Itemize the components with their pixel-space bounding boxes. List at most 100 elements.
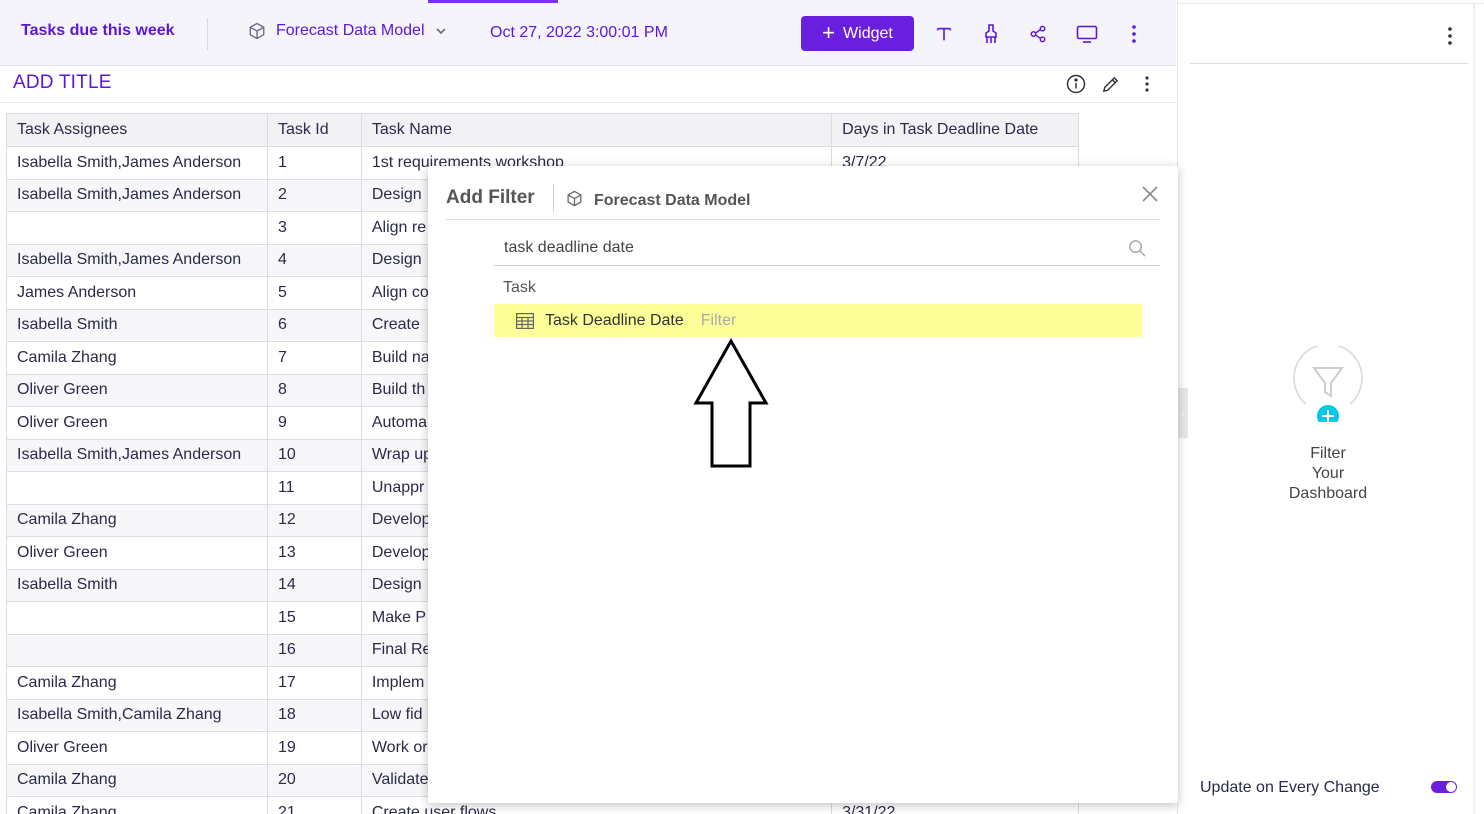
table-cell: Oliver Green: [6, 373, 268, 407]
dialog-data-model: Forecast Data Model: [566, 190, 750, 212]
filter-result-task-deadline-date[interactable]: Task Deadline Date Filter: [494, 304, 1142, 337]
table-column-icon: [516, 312, 534, 329]
top-toolbar: Tasks due this week Forecast Data Model …: [0, 0, 1176, 66]
table-cell: 17: [266, 666, 362, 700]
result-field-name: Task Deadline Date: [545, 311, 684, 329]
table-cell: 14: [266, 568, 362, 602]
table-cell: 8: [266, 373, 362, 407]
cube-icon: [248, 22, 266, 40]
table-cell: 7: [266, 341, 362, 375]
table-cell: Camila Zhang: [6, 503, 268, 537]
update-on-change-label: Update on Every Change: [1200, 779, 1380, 796]
panel-more-icon[interactable]: [1440, 24, 1460, 48]
pencil-icon[interactable]: [1099, 73, 1121, 95]
table-cell: Isabella Smith,James Anderson: [6, 178, 268, 212]
widget-header: ADD TITLE: [0, 66, 1176, 103]
info-icon[interactable]: [1065, 73, 1087, 95]
chevron-down-icon: [435, 25, 447, 37]
filter-panel: Filter Your Dashboard Update on Every Ch…: [1177, 0, 1484, 814]
table-cell: 20: [266, 763, 362, 797]
table-cell: 1: [266, 146, 362, 180]
table-cell: 9: [266, 406, 362, 440]
widget-more-icon[interactable]: [1136, 73, 1158, 95]
table-cell: 5: [266, 276, 362, 310]
table-cell: Camila Zhang: [6, 666, 268, 700]
dialog-title-divider: [553, 184, 554, 212]
plus-icon: +: [822, 19, 836, 45]
table-cell: [6, 633, 268, 667]
widget-title[interactable]: ADD TITLE: [13, 72, 112, 94]
table-cell: 21: [266, 796, 362, 814]
add-filter-icon[interactable]: [1292, 343, 1364, 427]
up-arrow-icon: [693, 338, 769, 468]
table-cell: Isabella Smith: [6, 308, 268, 342]
table-cell: 13: [266, 536, 362, 570]
result-group-label: Task: [503, 279, 536, 296]
add-widget-button[interactable]: + Widget: [801, 16, 914, 51]
table-cell: Isabella Smith,James Anderson: [6, 243, 268, 277]
table-cell: James Anderson: [6, 276, 268, 310]
table-cell: 3: [266, 211, 362, 245]
field-search: [494, 230, 1160, 266]
toggle-knob: [1446, 782, 1456, 792]
column-header[interactable]: Task Assignees: [6, 113, 268, 147]
table-cell: Oliver Green: [6, 536, 268, 570]
table-cell: Oliver Green: [6, 406, 268, 440]
data-model-name: Forecast Data Model: [276, 22, 425, 39]
filter-text-line: Your: [1311, 465, 1345, 482]
panel-top-border: [1178, 3, 1484, 4]
table-cell: 2: [266, 178, 362, 212]
cube-icon: [566, 190, 583, 212]
column-header[interactable]: Task Id: [266, 113, 362, 147]
more-options-icon[interactable]: [1122, 22, 1146, 46]
app-root: Tasks due this week Forecast Data Model …: [0, 0, 1484, 814]
table-cell: Oliver Green: [6, 731, 268, 765]
toolbar-divider: [207, 18, 208, 50]
active-tab-indicator: [428, 0, 558, 3]
table-header-row: Task Assignees Task Id Task Name Days in…: [6, 113, 1079, 147]
table-cell: Camila Zhang: [6, 341, 268, 375]
panel-collapse-handle[interactable]: ›: [1177, 388, 1188, 438]
table-cell: 10: [266, 438, 362, 472]
table-cell: Isabella Smith: [6, 568, 268, 602]
result-type-tag: Filter: [700, 311, 737, 329]
table-cell: 18: [266, 698, 362, 732]
table-cell: 6: [266, 308, 362, 342]
monitor-icon[interactable]: [1075, 22, 1099, 46]
dashboard-title[interactable]: Tasks due this week: [21, 22, 175, 40]
data-model-selector[interactable]: Forecast Data Model: [248, 22, 447, 40]
table-cell: Isabella Smith,James Anderson: [6, 438, 268, 472]
add-widget-label: Widget: [843, 24, 893, 42]
table-cell: 19: [266, 731, 362, 765]
table-cell: [6, 471, 268, 505]
panel-scrollbar[interactable]: [1473, 4, 1475, 814]
column-header[interactable]: Days in Task Deadline Date: [831, 113, 1079, 147]
dialog-title: Add Filter: [446, 187, 535, 208]
panel-separator: [1190, 63, 1468, 64]
table-cell: 12: [266, 503, 362, 537]
table-cell: 4: [266, 243, 362, 277]
refresh-timestamp: Oct 27, 2022 3:00:01 PM: [490, 24, 668, 41]
table-cell: 15: [266, 601, 362, 635]
table-cell: Camila Zhang: [6, 796, 268, 814]
dialog-header-separator: [446, 219, 1160, 220]
filter-dashboard-text: Filter Your Dashboard: [1258, 444, 1398, 504]
table-cell: Isabella Smith,Camila Zhang: [6, 698, 268, 732]
table-cell: 11: [266, 471, 362, 505]
filter-text-line: Dashboard: [1288, 485, 1368, 502]
add-filter-dialog: Add Filter Forecast Data Model Task: [428, 166, 1178, 803]
table-cell: Camila Zhang: [6, 763, 268, 797]
update-on-change-toggle[interactable]: [1431, 781, 1457, 793]
table-cell: [6, 601, 268, 635]
paintbrush-icon[interactable]: [979, 22, 1003, 46]
table-cell: Isabella Smith,James Anderson: [6, 146, 268, 180]
column-header[interactable]: Task Name: [360, 113, 833, 147]
filter-text-line: Filter: [1310, 445, 1346, 462]
search-input[interactable]: [494, 230, 1114, 265]
dialog-model-name: Forecast Data Model: [594, 192, 751, 209]
share-icon[interactable]: [1026, 22, 1050, 46]
text-icon[interactable]: [932, 22, 956, 46]
close-icon[interactable]: [1140, 184, 1160, 204]
search-icon[interactable]: [1128, 239, 1147, 263]
table-cell: [6, 211, 268, 245]
